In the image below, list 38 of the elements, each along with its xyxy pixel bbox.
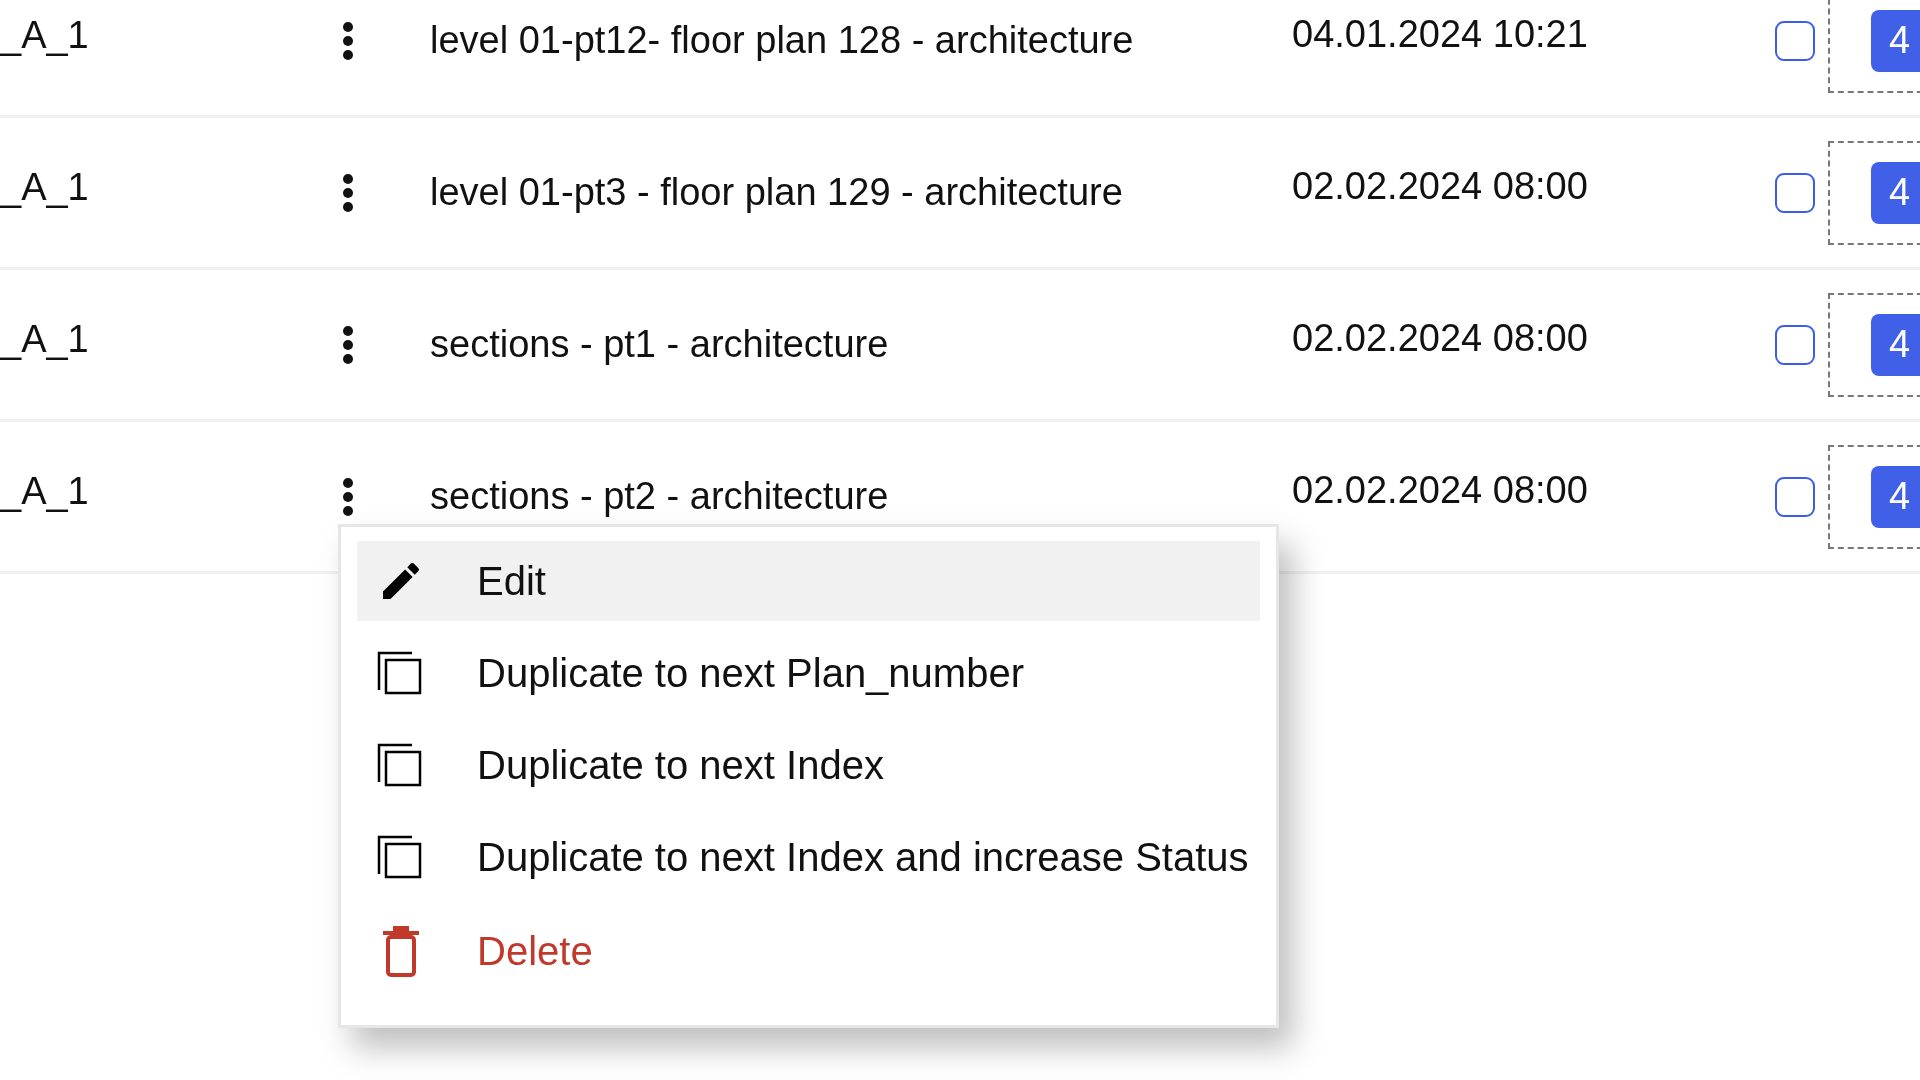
checkbox[interactable] xyxy=(1775,20,1815,61)
checkbox[interactable] xyxy=(1775,172,1815,213)
table-cell-text: sections - pt2 - architecture xyxy=(430,475,890,518)
menu-item[interactable]: Duplicate to next Index xyxy=(357,725,1260,805)
checkbox[interactable] xyxy=(1775,324,1815,365)
menu-item-label: Duplicate to next Plan_number xyxy=(477,650,1024,696)
menu-item[interactable]: Duplicate to next Index and increase Status xyxy=(357,817,1260,897)
count-badge: 4 xyxy=(1871,313,1920,376)
checkbox[interactable] xyxy=(1775,476,1815,517)
table-cell-text: 02.02.2024 08:00 xyxy=(1292,469,1589,513)
menu-item-label: Edit xyxy=(477,558,546,604)
table-cell-text: _A_1 xyxy=(0,470,90,514)
copy-icon xyxy=(377,742,423,788)
table-cell-text: 04.01.2024 10:21 xyxy=(1292,13,1589,57)
copy-icon xyxy=(377,834,423,880)
kebab-icon xyxy=(342,172,354,213)
menu-item-label: Duplicate to next Index xyxy=(477,742,884,788)
table-cell-text: _A_1 xyxy=(0,166,90,210)
count-badge: 4 xyxy=(1871,465,1920,528)
table-cell-text: _A_1 xyxy=(0,14,90,58)
table-cell-text: 02.02.2024 08:00 xyxy=(1292,165,1589,209)
count-badge: 4 xyxy=(1871,161,1920,224)
kebab-icon xyxy=(342,476,354,517)
menu-item-label: Duplicate to next Index and increase Status xyxy=(477,834,1249,880)
copy-icon xyxy=(377,650,423,696)
menu-item[interactable]: Edit xyxy=(357,541,1260,621)
menu-item[interactable]: Delete xyxy=(357,909,1260,993)
menu-item[interactable]: Duplicate to next Plan_number xyxy=(357,633,1260,713)
table-cell-text: level 01-pt12- floor plan 128 - architecture xyxy=(430,19,1135,62)
count-badge: 4 xyxy=(1871,9,1920,72)
table-cell-text: level 01-pt3 - floor plan 129 - architecture xyxy=(430,171,1124,214)
trash-icon xyxy=(381,925,421,977)
table-cell-text: _A_1 xyxy=(0,318,90,362)
menu-item-label: Delete xyxy=(477,928,593,974)
table-cell-text: sections - pt1 - architecture xyxy=(430,323,890,366)
kebab-icon xyxy=(342,324,354,365)
kebab-icon xyxy=(342,20,354,61)
table-cell-text: 02.02.2024 08:00 xyxy=(1292,317,1589,361)
